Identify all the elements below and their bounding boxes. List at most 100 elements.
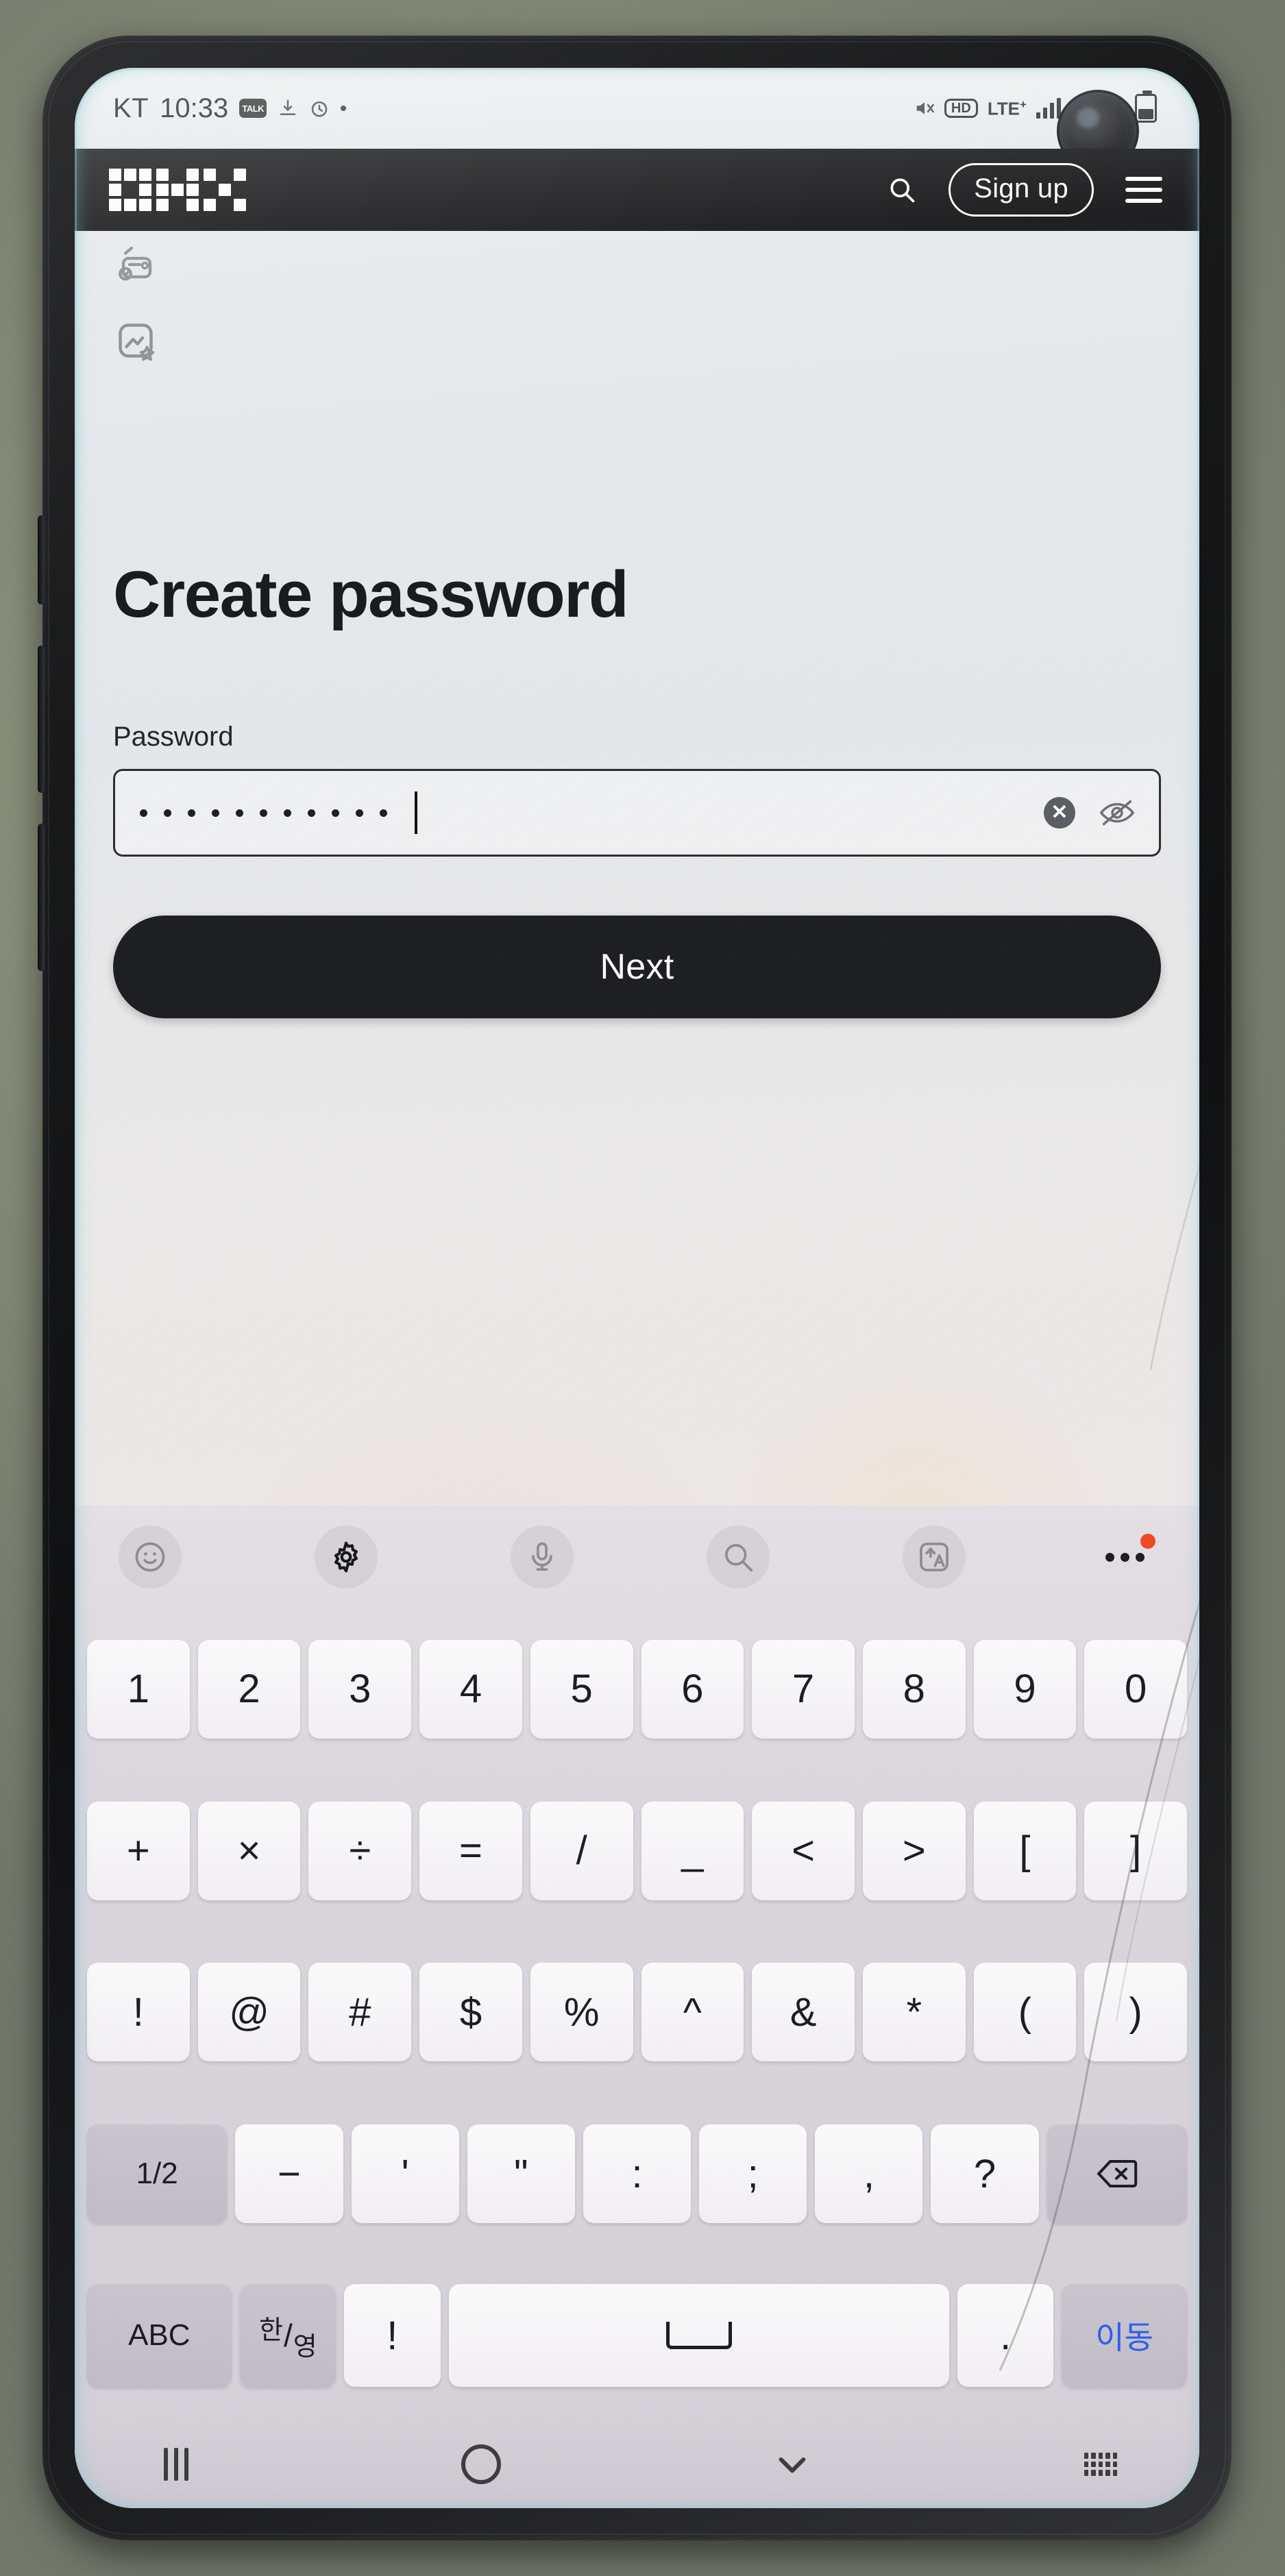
key-caret[interactable]: ^ <box>641 1963 744 2062</box>
hide-keyboard-icon[interactable] <box>773 2445 811 2483</box>
hd-voice-icon: HD <box>944 99 978 118</box>
key-1[interactable]: 1 <box>86 1639 190 1739</box>
phone-screen: KT 10:33 TALK HD LTE+ Sign up Create pas… <box>75 68 1199 2508</box>
key-period[interactable]: . <box>957 2284 1054 2388</box>
okx-header-actions: Sign up <box>887 163 1162 217</box>
password-input[interactable]: ✕ <box>113 769 1161 857</box>
key-question[interactable]: ? <box>931 2124 1039 2224</box>
key-exclamation[interactable]: ! <box>86 1963 190 2062</box>
gear-icon[interactable] <box>315 1525 378 1588</box>
microphone-icon[interactable] <box>511 1525 574 1588</box>
keyboard-toolbar <box>75 1506 1199 1608</box>
key-equals[interactable]: = <box>419 1801 522 1900</box>
keyboard-row-operators: + × ÷ = / _ < > [ ] <box>82 1770 1192 1932</box>
phone-side-button-bixby[interactable] <box>38 515 45 604</box>
search-icon[interactable] <box>707 1525 770 1588</box>
search-icon[interactable] <box>887 175 917 205</box>
kakaotalk-icon: TALK <box>239 99 267 118</box>
more-options-icon[interactable] <box>1099 1533 1155 1562</box>
clock-label: 10:33 <box>160 93 229 123</box>
backspace-icon[interactable] <box>1047 2124 1187 2224</box>
photo-scene: KT 10:33 TALK HD LTE+ Sign up Create pas… <box>0 0 1285 2576</box>
key-symbol-page-toggle[interactable]: 1/2 <box>87 2124 228 2224</box>
key-8[interactable]: 8 <box>862 1639 966 1739</box>
notification-badge <box>1140 1533 1155 1549</box>
alarm-icon <box>311 101 328 117</box>
keyboard-row-symbols: ! @ # $ % ^ & * ( ) <box>82 1932 1192 2094</box>
network-type-label: LTE+ <box>987 97 1027 119</box>
okx-logo[interactable] <box>109 169 246 211</box>
phone-side-button-power[interactable] <box>38 824 45 971</box>
key-asterisk[interactable]: * <box>862 1963 966 2062</box>
okx-app-header: Sign up <box>75 149 1199 231</box>
key-0[interactable]: 0 <box>1084 1639 1188 1739</box>
password-field-label: Password <box>113 722 234 752</box>
eye-off-icon[interactable] <box>1099 797 1136 829</box>
key-paren-close[interactable]: ) <box>1084 1963 1188 2062</box>
page-content: Create password Password ✕ Next <box>75 231 1199 1506</box>
key-bracket-close[interactable]: ] <box>1084 1801 1188 1900</box>
key-greater-than[interactable]: > <box>862 1801 966 1900</box>
key-9[interactable]: 9 <box>973 1639 1077 1739</box>
status-dot-icon <box>341 106 347 111</box>
key-6[interactable]: 6 <box>641 1639 744 1739</box>
key-abc-layout[interactable]: ABC <box>87 2284 232 2388</box>
signup-button[interactable]: Sign up <box>949 163 1094 217</box>
lang-label-english: 영 <box>293 2332 317 2362</box>
download-notification-icon <box>280 99 296 115</box>
signal-strength-icon <box>1036 98 1061 119</box>
clear-circle-icon[interactable]: ✕ <box>1044 797 1075 829</box>
key-multiply[interactable]: × <box>197 1801 301 1900</box>
translate-icon[interactable] <box>903 1525 966 1588</box>
spacebar-glyph <box>665 2322 732 2350</box>
android-navigation-bar <box>75 2420 1199 2508</box>
mute-icon <box>916 102 934 114</box>
key-hyphen[interactable]: − <box>235 2124 343 2224</box>
key-less-than[interactable]: < <box>752 1801 855 1900</box>
key-paren-open[interactable]: ( <box>973 1963 1077 2062</box>
key-at[interactable]: @ <box>197 1963 301 2062</box>
key-ampersand[interactable]: & <box>752 1963 855 2062</box>
lang-label-korean: 한 <box>259 2316 283 2345</box>
key-quote[interactable]: " <box>467 2124 575 2224</box>
samsung-keyboard: 1 2 3 4 5 6 7 8 9 0 + × ÷ = / _ < > [] … <box>75 1506 1199 2508</box>
keyboard-switcher-icon[interactable] <box>1084 2453 1117 2476</box>
status-bar-left: KT 10:33 TALK <box>113 93 347 124</box>
keyboard-row-numbers: 1 2 3 4 5 6 7 8 9 0 <box>82 1608 1192 1770</box>
key-bracket-open[interactable]: [ <box>973 1801 1077 1900</box>
key-2[interactable]: 2 <box>197 1639 301 1739</box>
key-divide[interactable]: ÷ <box>308 1801 412 1900</box>
key-3[interactable]: 3 <box>308 1639 412 1739</box>
key-7[interactable]: 7 <box>752 1639 855 1739</box>
page-title: Create password <box>113 558 629 631</box>
next-button[interactable]: Next <box>113 916 1161 1018</box>
phone-side-button-volume[interactable] <box>38 646 45 793</box>
key-semicolon[interactable]: ; <box>699 2124 807 2224</box>
password-masked-value <box>140 792 1044 834</box>
phone-device: KT 10:33 TALK HD LTE+ Sign up Create pas… <box>38 36 1232 2540</box>
key-hash[interactable]: # <box>308 1963 412 2062</box>
key-comma[interactable]: , <box>815 2124 923 2224</box>
key-5[interactable]: 5 <box>530 1639 633 1739</box>
key-go[interactable]: 이동 <box>1062 2284 1187 2388</box>
key-plus[interactable]: + <box>86 1801 190 1900</box>
status-bar: KT 10:33 TALK HD LTE+ <box>75 68 1199 149</box>
key-dollar[interactable]: $ <box>419 1963 522 2062</box>
recent-apps-icon[interactable] <box>164 2448 188 2481</box>
key-4[interactable]: 4 <box>419 1639 522 1739</box>
broken-image-icon <box>119 323 155 361</box>
key-underscore[interactable]: _ <box>641 1801 744 1900</box>
text-caret <box>415 792 417 834</box>
broken-image-placeholders <box>113 231 1161 365</box>
hamburger-menu-icon[interactable] <box>1125 177 1162 203</box>
key-percent[interactable]: % <box>530 1963 633 2062</box>
key-colon[interactable]: : <box>583 2124 692 2224</box>
broken-image-icon <box>119 246 152 281</box>
key-spacebar[interactable] <box>448 2284 949 2388</box>
key-slash[interactable]: / <box>530 1801 633 1900</box>
key-language-switch[interactable]: 한 / 영 <box>239 2284 336 2388</box>
key-exclamation-bottom[interactable]: ! <box>344 2284 441 2388</box>
home-icon[interactable] <box>461 2444 501 2484</box>
key-apostrophe[interactable]: ' <box>351 2124 459 2224</box>
emoji-icon[interactable] <box>119 1525 182 1588</box>
